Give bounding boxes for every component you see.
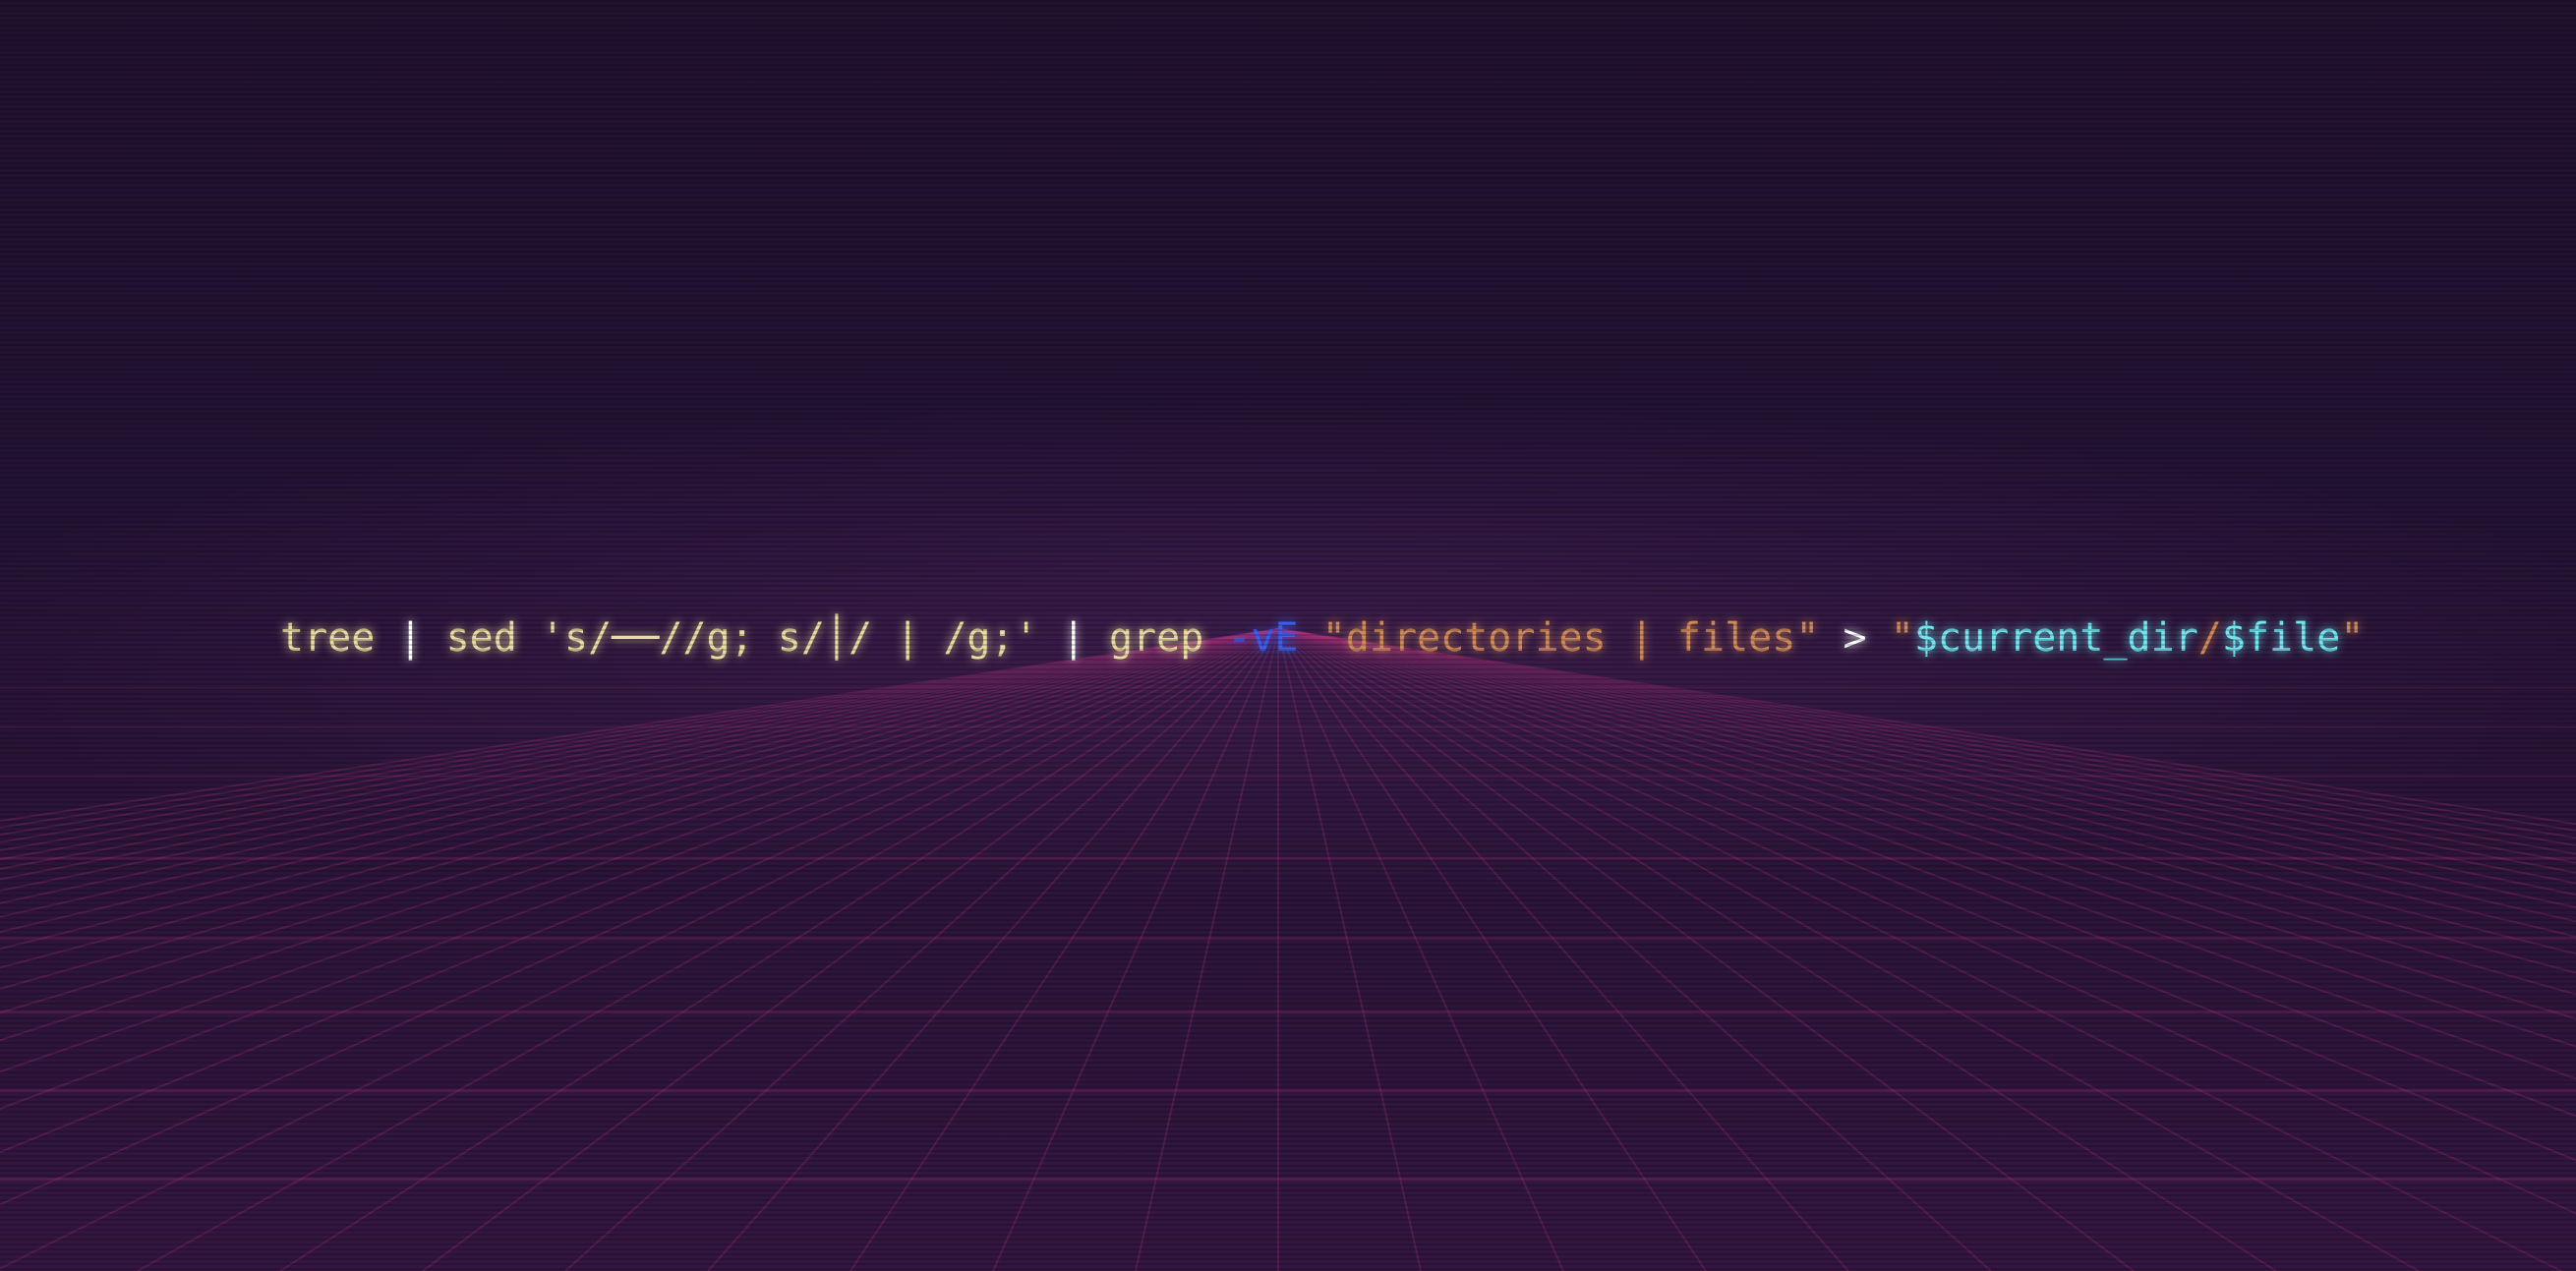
command-token: 's/──//g; s/│/ | /g;' xyxy=(540,615,1038,661)
command-token: " xyxy=(2340,615,2365,661)
command-token xyxy=(375,615,398,661)
command-token xyxy=(1038,615,1062,661)
command-token: $file xyxy=(2221,615,2341,661)
command-token: sed xyxy=(422,615,541,661)
command-token xyxy=(1819,615,1843,661)
command-token: / xyxy=(2197,615,2222,661)
command-token: $current_dir xyxy=(1913,615,2198,661)
command-token: tree xyxy=(280,615,376,661)
command-token: | xyxy=(1061,615,1085,661)
command-token xyxy=(1299,615,1322,661)
command-token: " xyxy=(1890,615,1914,661)
command-line[interactable]: tree | sed 's/──//g; s/│/ | /g;' | grep … xyxy=(0,604,2576,672)
command-token xyxy=(1867,615,1891,661)
command-token: grep xyxy=(1084,615,1228,661)
terminal-screen: tree | sed 's/──//g; s/│/ | /g;' | grep … xyxy=(0,0,2576,1271)
command-token: -vE xyxy=(1227,615,1299,661)
command-token: | xyxy=(398,615,423,661)
command-token: "directories | files" xyxy=(1321,615,1820,661)
command-token: > xyxy=(1843,615,1867,661)
